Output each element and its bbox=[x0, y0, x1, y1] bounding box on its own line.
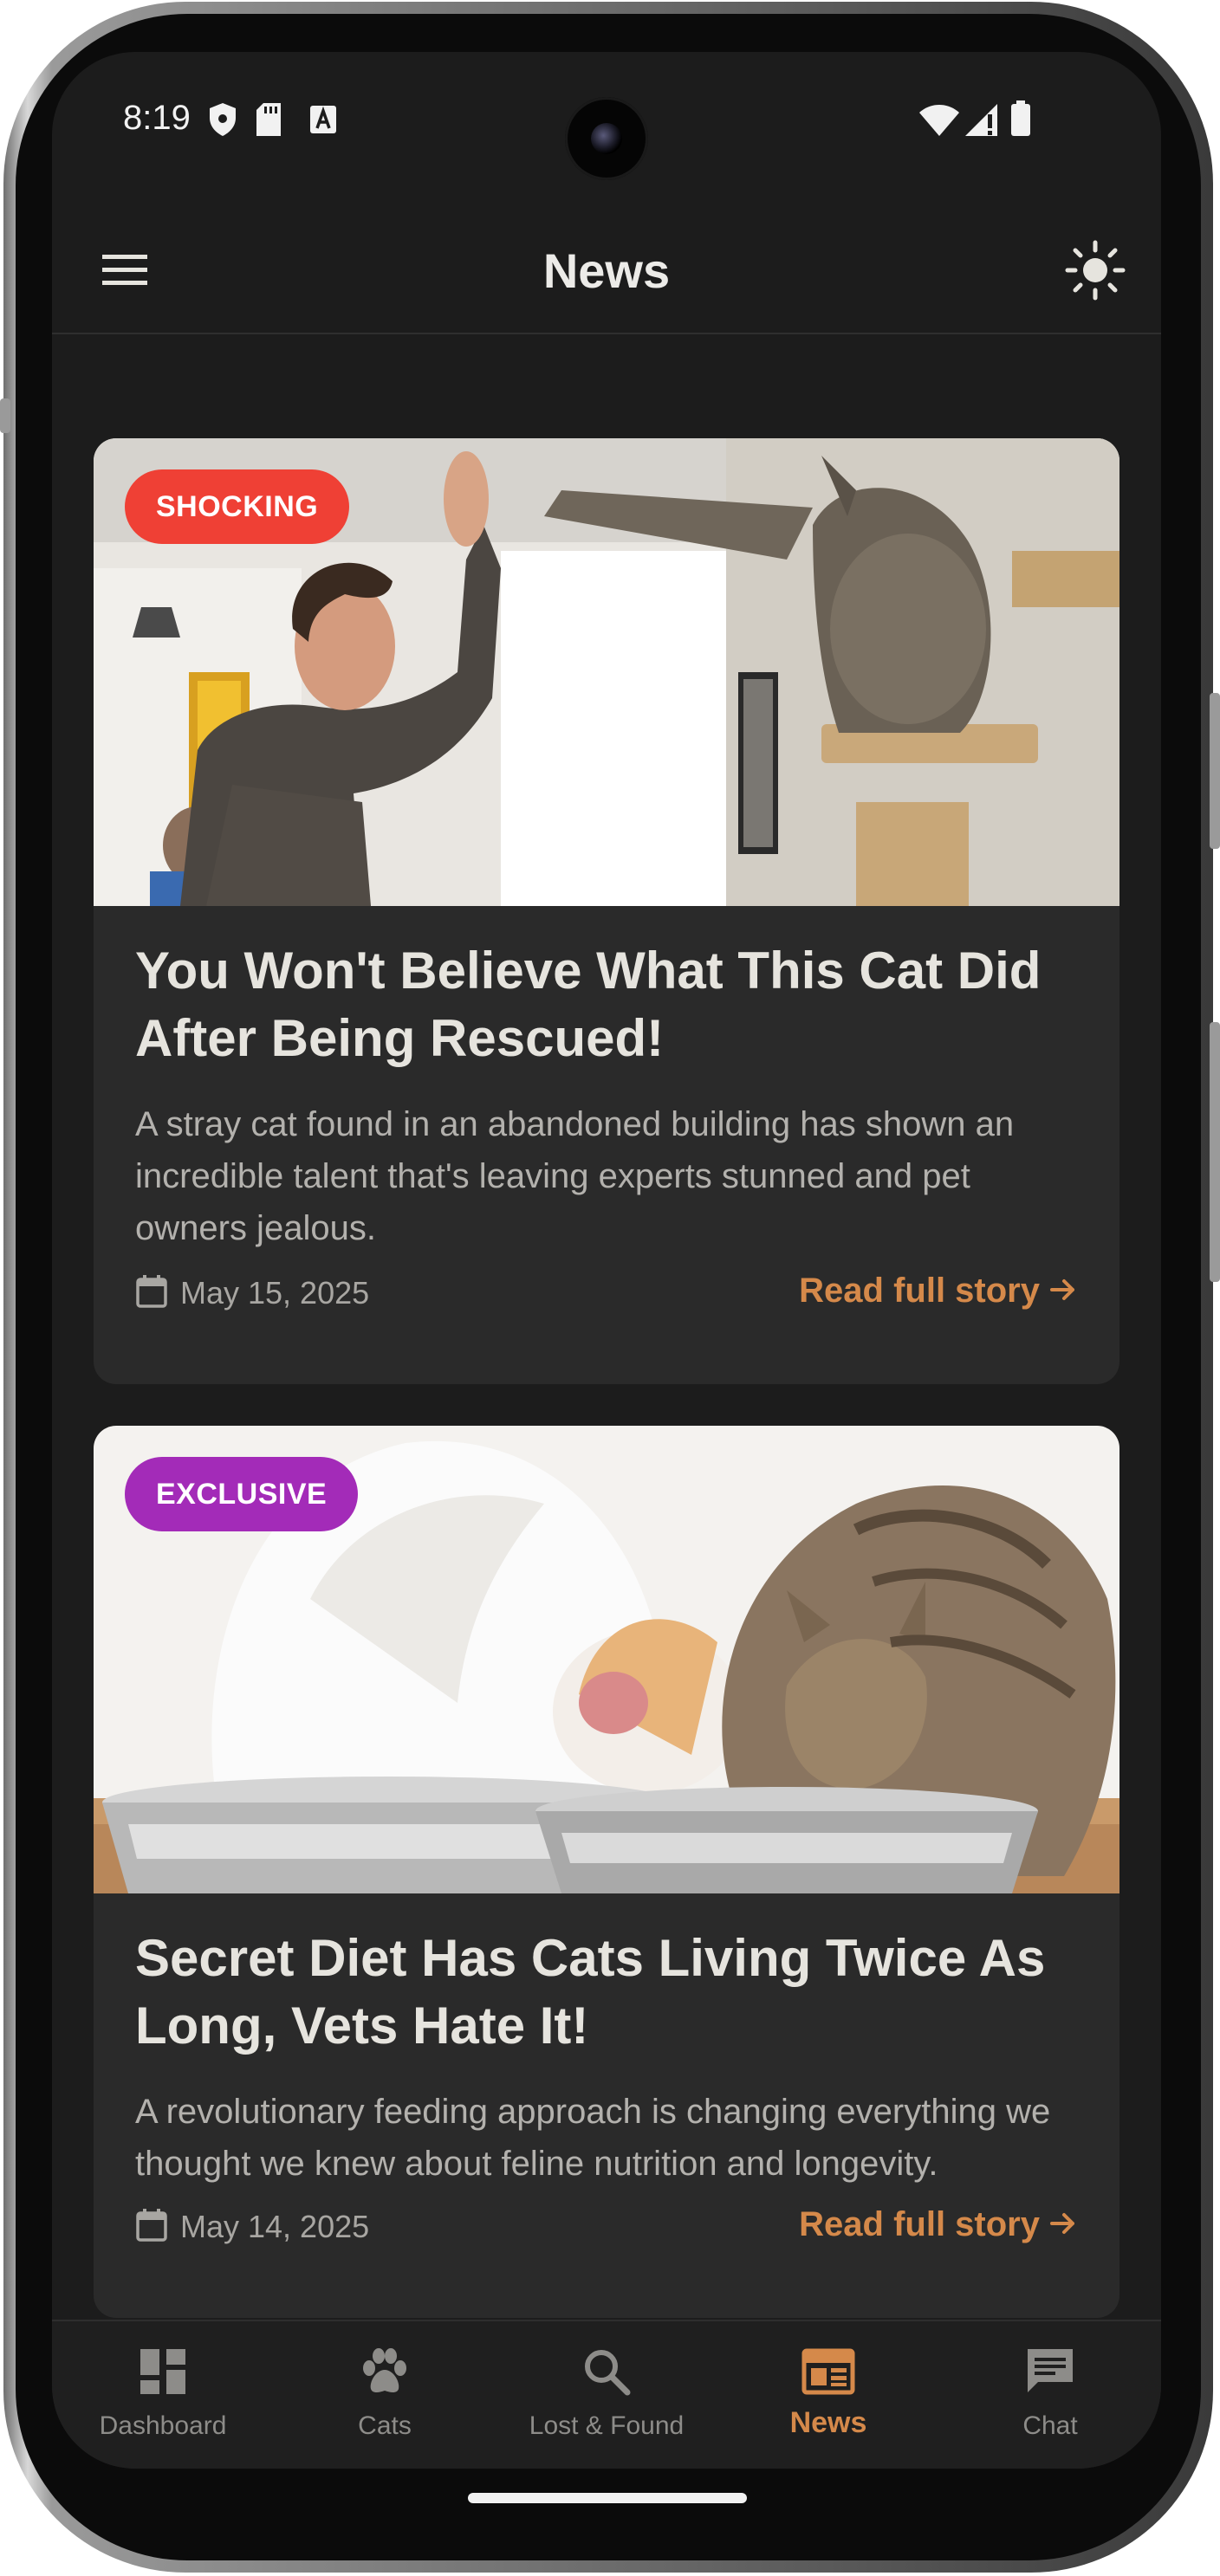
volume-button bbox=[1210, 693, 1220, 849]
news-card[interactable]: SHOCKING You Won't Believe What This Cat… bbox=[94, 438, 1119, 1384]
paw-icon bbox=[363, 2348, 406, 2392]
nav-item-chat[interactable]: Chat bbox=[939, 2321, 1161, 2469]
category-tag: SHOCKING bbox=[125, 469, 350, 544]
nav-label: Chat bbox=[1022, 2411, 1078, 2440]
app-bar: News bbox=[52, 208, 1161, 334]
news-card[interactable]: EXCLUSIVE Secret Diet Has Cats Living Tw… bbox=[94, 1426, 1119, 2318]
front-camera bbox=[565, 97, 648, 180]
theme-toggle-button[interactable] bbox=[1061, 236, 1130, 305]
dashboard-icon bbox=[140, 2349, 185, 2394]
nav-label: Dashboard bbox=[99, 2411, 227, 2440]
read-full-story-link[interactable]: Read full story bbox=[799, 1272, 1078, 1311]
article-date: May 15, 2025 bbox=[180, 1275, 370, 1311]
article-summary: A revolutionary feeding approach is chan… bbox=[135, 2093, 1051, 2183]
status-bar: 8:19 bbox=[52, 52, 1161, 191]
gesture-bar[interactable] bbox=[468, 2493, 747, 2503]
news-feed[interactable]: SHOCKING You Won't Believe What This Cat… bbox=[52, 334, 1161, 2354]
article-summary: A stray cat found in an abandoned buildi… bbox=[135, 1105, 1015, 1247]
read-full-story-link[interactable]: Read full story bbox=[799, 2205, 1078, 2244]
status-time: 8:19 bbox=[123, 99, 191, 137]
shield-icon bbox=[210, 103, 236, 136]
battery-icon bbox=[1011, 100, 1030, 136]
nav-label: Lost & Found bbox=[529, 2411, 685, 2440]
cellular-signal-icon bbox=[965, 104, 997, 136]
nav-item-news[interactable]: News bbox=[717, 2321, 939, 2469]
power-button bbox=[1210, 1022, 1220, 1282]
sd-card-icon bbox=[256, 103, 281, 136]
article-date-row: May 15, 2025 bbox=[135, 1275, 369, 1312]
nav-item-lost-found[interactable]: Lost & Found bbox=[496, 2321, 717, 2469]
nav-item-dashboard[interactable]: Dashboard bbox=[52, 2321, 274, 2469]
bottom-navigation: Dashboard Cats Lost & Found News Chat bbox=[52, 2320, 1161, 2469]
font-download-icon bbox=[310, 106, 336, 133]
nav-item-cats[interactable]: Cats bbox=[274, 2321, 496, 2469]
sun-icon bbox=[1065, 240, 1126, 301]
side-button-left bbox=[0, 398, 10, 433]
arrow-right-icon bbox=[1050, 1279, 1074, 1301]
screen: 8:19 News SHOCKING You Won't Believe Wha… bbox=[52, 52, 1161, 2469]
article-date-row: May 14, 2025 bbox=[135, 2209, 369, 2246]
chat-icon bbox=[1028, 2349, 1073, 2392]
nav-label: Cats bbox=[358, 2411, 412, 2440]
calendar-icon bbox=[136, 1275, 167, 1309]
article-date: May 14, 2025 bbox=[180, 2209, 370, 2244]
card-image: EXCLUSIVE bbox=[94, 1426, 1119, 1893]
category-tag: EXCLUSIVE bbox=[125, 1457, 359, 1531]
arrow-right-icon bbox=[1050, 2213, 1074, 2235]
wifi-icon bbox=[919, 105, 959, 136]
calendar-icon bbox=[136, 2209, 167, 2243]
card-image: SHOCKING bbox=[94, 438, 1119, 906]
newspaper-icon bbox=[801, 2348, 855, 2395]
article-title: You Won't Believe What This Cat Did Afte… bbox=[135, 942, 1042, 1067]
article-title: Secret Diet Has Cats Living Twice As Lon… bbox=[135, 1929, 1046, 2055]
search-icon bbox=[585, 2350, 631, 2396]
page-title: News bbox=[542, 243, 671, 298]
read-full-story-label: Read full story bbox=[799, 2205, 1040, 2243]
read-full-story-label: Read full story bbox=[799, 1272, 1040, 1310]
nav-label: News bbox=[789, 2406, 867, 2439]
